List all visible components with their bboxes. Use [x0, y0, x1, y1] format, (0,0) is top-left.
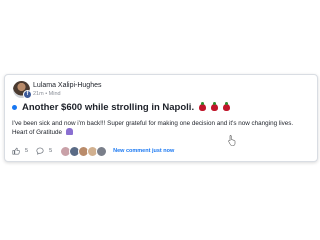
post-title-row: Another $600 while strolling in Napoli. [12, 101, 231, 113]
post-body: I've been sick and now i'm back!!! Super… [12, 119, 312, 137]
commenter-avatar [96, 145, 108, 157]
post-title[interactable]: Another $600 while strolling in Napoli. [22, 102, 194, 113]
post-body-line-2: Heart of Gratitude [12, 129, 63, 136]
post-body-line-1: I've been sick and now i'm back!!! Super… [12, 120, 294, 127]
mouse-pointer-icon [228, 134, 236, 146]
thumbs-up-icon[interactable] [12, 147, 20, 155]
like-count: 5 [25, 148, 29, 154]
comment-icon[interactable] [36, 147, 44, 155]
cherries-emoji-icon [211, 101, 219, 111]
post-footer: 5 5 New comment just now [12, 145, 174, 157]
post-body-line-2-wrap: Heart of Gratitude [12, 128, 312, 137]
unread-dot-icon [12, 104, 17, 110]
new-comment-link[interactable]: New comment just now [113, 148, 174, 154]
author-avatar[interactable]: f [13, 81, 32, 99]
cherries-emoji-icon [223, 101, 231, 111]
praying-hands-emoji-icon [65, 128, 73, 135]
post-meta: 21m • Mind [33, 91, 61, 97]
commenter-avatars[interactable] [60, 145, 108, 157]
post-card[interactable]: f Lulama Xalipi-Hughes 21m • Mind Anothe… [4, 74, 318, 162]
cherries-emoji-icon [199, 101, 207, 111]
comment-count: 5 [49, 148, 53, 154]
badge-icon: f [23, 90, 32, 99]
page: f Lulama Xalipi-Hughes 21m • Mind Anothe… [0, 0, 320, 240]
author-name[interactable]: Lulama Xalipi-Hughes [33, 82, 101, 89]
